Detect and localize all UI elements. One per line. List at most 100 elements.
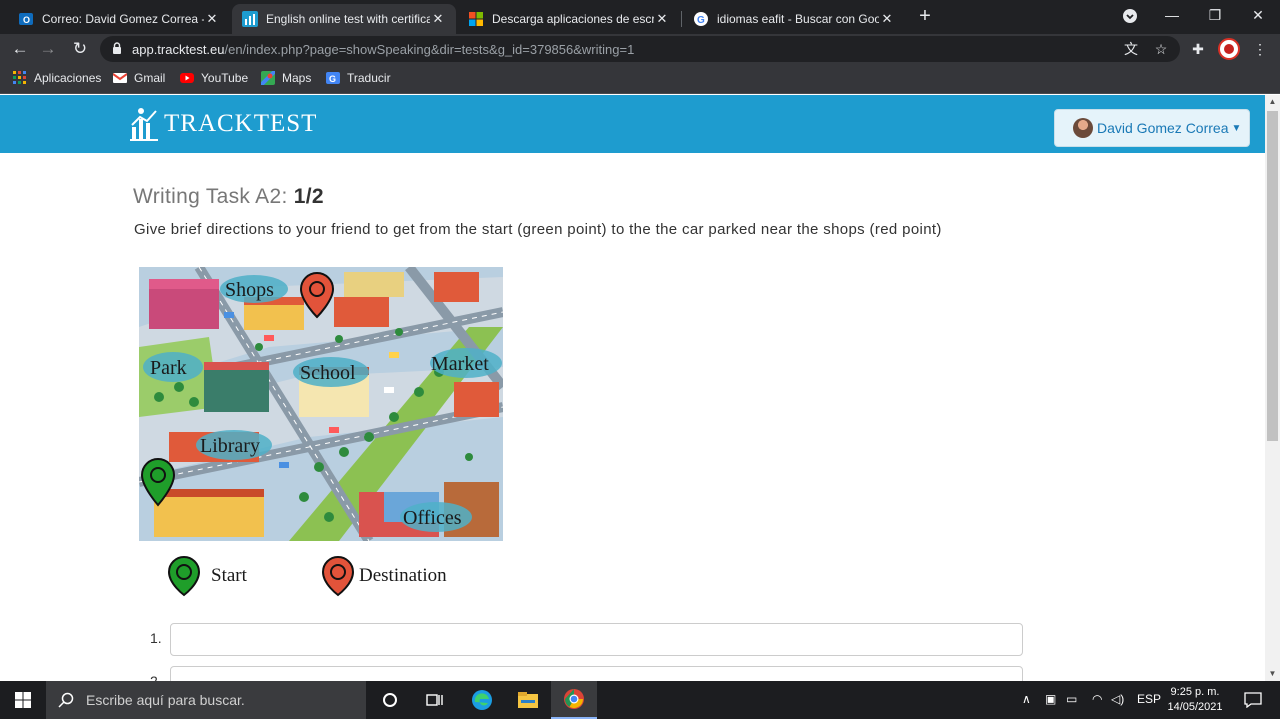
legend-start-label: Start bbox=[211, 565, 247, 586]
lock-icon bbox=[113, 42, 121, 54]
answer-field-1[interactable] bbox=[170, 623, 1023, 656]
web-page: TRACKTEST David Gomez Correa ▼ Writing T… bbox=[0, 95, 1265, 681]
search-placeholder: Escribe aquí para buscar. bbox=[86, 692, 245, 708]
bookmark-youtube[interactable]: YouTube bbox=[180, 71, 248, 85]
url-path: /en/index.php?page=showSpeaking&dir=test… bbox=[224, 42, 635, 57]
translate-page-icon[interactable]: 文 bbox=[1122, 40, 1140, 58]
close-icon[interactable]: ✕ bbox=[204, 11, 220, 27]
folder-icon bbox=[518, 692, 538, 708]
windows-taskbar: Escribe aquí para buscar. ∧ ▣ ▭ ◠ ◁) ESP… bbox=[0, 681, 1280, 719]
cortana-icon bbox=[383, 693, 397, 707]
start-button[interactable] bbox=[0, 681, 46, 719]
task-description: Give brief directions to your friend to … bbox=[134, 221, 942, 238]
map-legend: Start Destination bbox=[165, 553, 505, 597]
windows-logo-icon bbox=[15, 692, 31, 708]
svg-text:O: O bbox=[23, 15, 30, 25]
browser-toolbar: ← → ↻ app.tracktest.eu/en/index.php?page… bbox=[0, 34, 1280, 64]
translate-icon: G bbox=[326, 72, 340, 84]
scroll-thumb[interactable] bbox=[1267, 111, 1278, 441]
gmail-icon bbox=[113, 73, 127, 83]
map-label-shops: Shops bbox=[225, 279, 274, 301]
destination-pin-icon bbox=[321, 555, 355, 597]
bookmark-label: Maps bbox=[282, 71, 312, 85]
svg-text:G: G bbox=[329, 74, 336, 84]
tray-overflow-icon[interactable]: ∧ bbox=[1022, 692, 1031, 706]
battery-icon[interactable]: ▭ bbox=[1066, 692, 1077, 706]
map-label-library: Library bbox=[200, 435, 260, 457]
map-label-offices: Offices bbox=[403, 507, 462, 529]
clock-date: 14/05/2021 bbox=[1167, 701, 1223, 713]
tab-title: idiomas eafit - Buscar con Googl bbox=[717, 12, 879, 26]
bookmark-label: Aplicaciones bbox=[34, 71, 102, 85]
tab-google[interactable]: G idiomas eafit - Buscar con Googl ✕ bbox=[683, 4, 905, 34]
new-tab-button[interactable]: + bbox=[914, 6, 936, 28]
address-bar[interactable]: app.tracktest.eu/en/index.php?page=showS… bbox=[100, 36, 1180, 62]
brand-name: TRACKTEST bbox=[164, 110, 318, 137]
microsoft-icon bbox=[469, 12, 483, 26]
task-view-button[interactable] bbox=[412, 681, 458, 719]
extensions-icon[interactable]: ✚ bbox=[1188, 39, 1208, 59]
map-label-market: Market bbox=[431, 353, 489, 375]
url-host: app.tracktest.eu bbox=[132, 42, 225, 57]
close-icon[interactable]: ✕ bbox=[654, 11, 670, 27]
meet-now-icon[interactable]: ▣ bbox=[1045, 692, 1056, 706]
wifi-icon[interactable]: ◠ bbox=[1092, 692, 1102, 706]
start-pin-icon bbox=[167, 555, 201, 597]
bookmark-gmail[interactable]: Gmail bbox=[113, 71, 165, 85]
page-title: Writing Task A2: 1/2 bbox=[133, 185, 324, 209]
search-icon bbox=[58, 692, 74, 708]
tab-title: Descarga aplicaciones de escritor bbox=[492, 12, 654, 26]
google-icon: G bbox=[694, 12, 708, 26]
close-window-button[interactable]: ✕ bbox=[1238, 4, 1278, 28]
outlook-icon: O bbox=[19, 13, 33, 25]
bookmark-aplicaciones[interactable]: Aplicaciones bbox=[13, 71, 101, 85]
clock-time: 9:25 p. m. bbox=[1170, 686, 1220, 698]
tab-strip: O Correo: David Gomez Correa - O ✕ Engli… bbox=[0, 0, 1280, 34]
url-text: app.tracktest.eu/en/index.php?page=showS… bbox=[132, 42, 634, 57]
edge-button[interactable] bbox=[459, 681, 505, 719]
tracktest-logo[interactable]: TRACKTEST bbox=[130, 107, 317, 141]
edge-icon bbox=[472, 690, 492, 710]
system-clock[interactable]: 9:25 p. m. 14/05/2021 bbox=[1164, 685, 1226, 715]
city-map-image: Shops Park School Market Library Offices bbox=[139, 267, 503, 541]
answer-number: 1. bbox=[150, 630, 162, 646]
scroll-down-icon[interactable]: ▼ bbox=[1265, 667, 1280, 681]
taskbar-search[interactable]: Escribe aquí para buscar. bbox=[46, 681, 366, 719]
svg-text:G: G bbox=[697, 15, 705, 26]
user-menu-button[interactable]: David Gomez Correa ▼ bbox=[1054, 109, 1250, 147]
scroll-up-icon[interactable]: ▲ bbox=[1265, 95, 1280, 109]
tab-microsoft[interactable]: Descarga aplicaciones de escritor ✕ bbox=[458, 4, 680, 34]
tab-divider bbox=[681, 11, 682, 27]
menu-icon[interactable]: ⋮ bbox=[1250, 39, 1270, 59]
bookmarks-bar: Aplicaciones Gmail YouTube Maps G Traduc… bbox=[0, 64, 1280, 94]
bookmark-label: YouTube bbox=[201, 71, 249, 85]
caret-down-icon: ▼ bbox=[1231, 122, 1242, 134]
tracktest-icon bbox=[242, 11, 258, 27]
close-icon[interactable]: ✕ bbox=[430, 11, 446, 27]
file-explorer-button[interactable] bbox=[505, 681, 551, 719]
answer-field-2[interactable] bbox=[170, 666, 1023, 681]
bookmark-star-icon[interactable]: ☆ bbox=[1152, 40, 1170, 58]
profile-avatar[interactable] bbox=[1218, 38, 1240, 60]
restore-button[interactable]: ❐ bbox=[1195, 4, 1235, 28]
language-indicator[interactable]: ESP bbox=[1137, 692, 1161, 706]
bookmark-maps[interactable]: Maps bbox=[261, 71, 311, 85]
volume-icon[interactable]: ◁) bbox=[1111, 692, 1124, 706]
close-icon[interactable]: ✕ bbox=[879, 11, 895, 27]
page-scrollbar[interactable]: ▲ ▼ bbox=[1265, 95, 1280, 681]
notifications-button[interactable] bbox=[1230, 681, 1276, 719]
cortana-button[interactable] bbox=[367, 681, 413, 719]
tab-outlook[interactable]: O Correo: David Gomez Correa - O ✕ bbox=[8, 4, 230, 34]
bookmark-traducir[interactable]: G Traducir bbox=[326, 71, 391, 85]
site-header: TRACKTEST David Gomez Correa ▼ bbox=[0, 95, 1265, 153]
reload-button[interactable]: ↻ bbox=[68, 37, 92, 61]
tab-search-button[interactable] bbox=[1110, 4, 1150, 28]
chrome-button[interactable] bbox=[551, 681, 597, 719]
map-label-park: Park bbox=[150, 357, 187, 379]
answer-number: 2. bbox=[150, 673, 162, 681]
maps-icon bbox=[261, 71, 275, 85]
tab-tracktest[interactable]: English online test with certificat ✕ bbox=[232, 4, 456, 34]
back-button[interactable]: ← bbox=[8, 37, 32, 61]
minimize-button[interactable]: — bbox=[1152, 4, 1192, 28]
forward-button[interactable]: → bbox=[36, 37, 60, 61]
